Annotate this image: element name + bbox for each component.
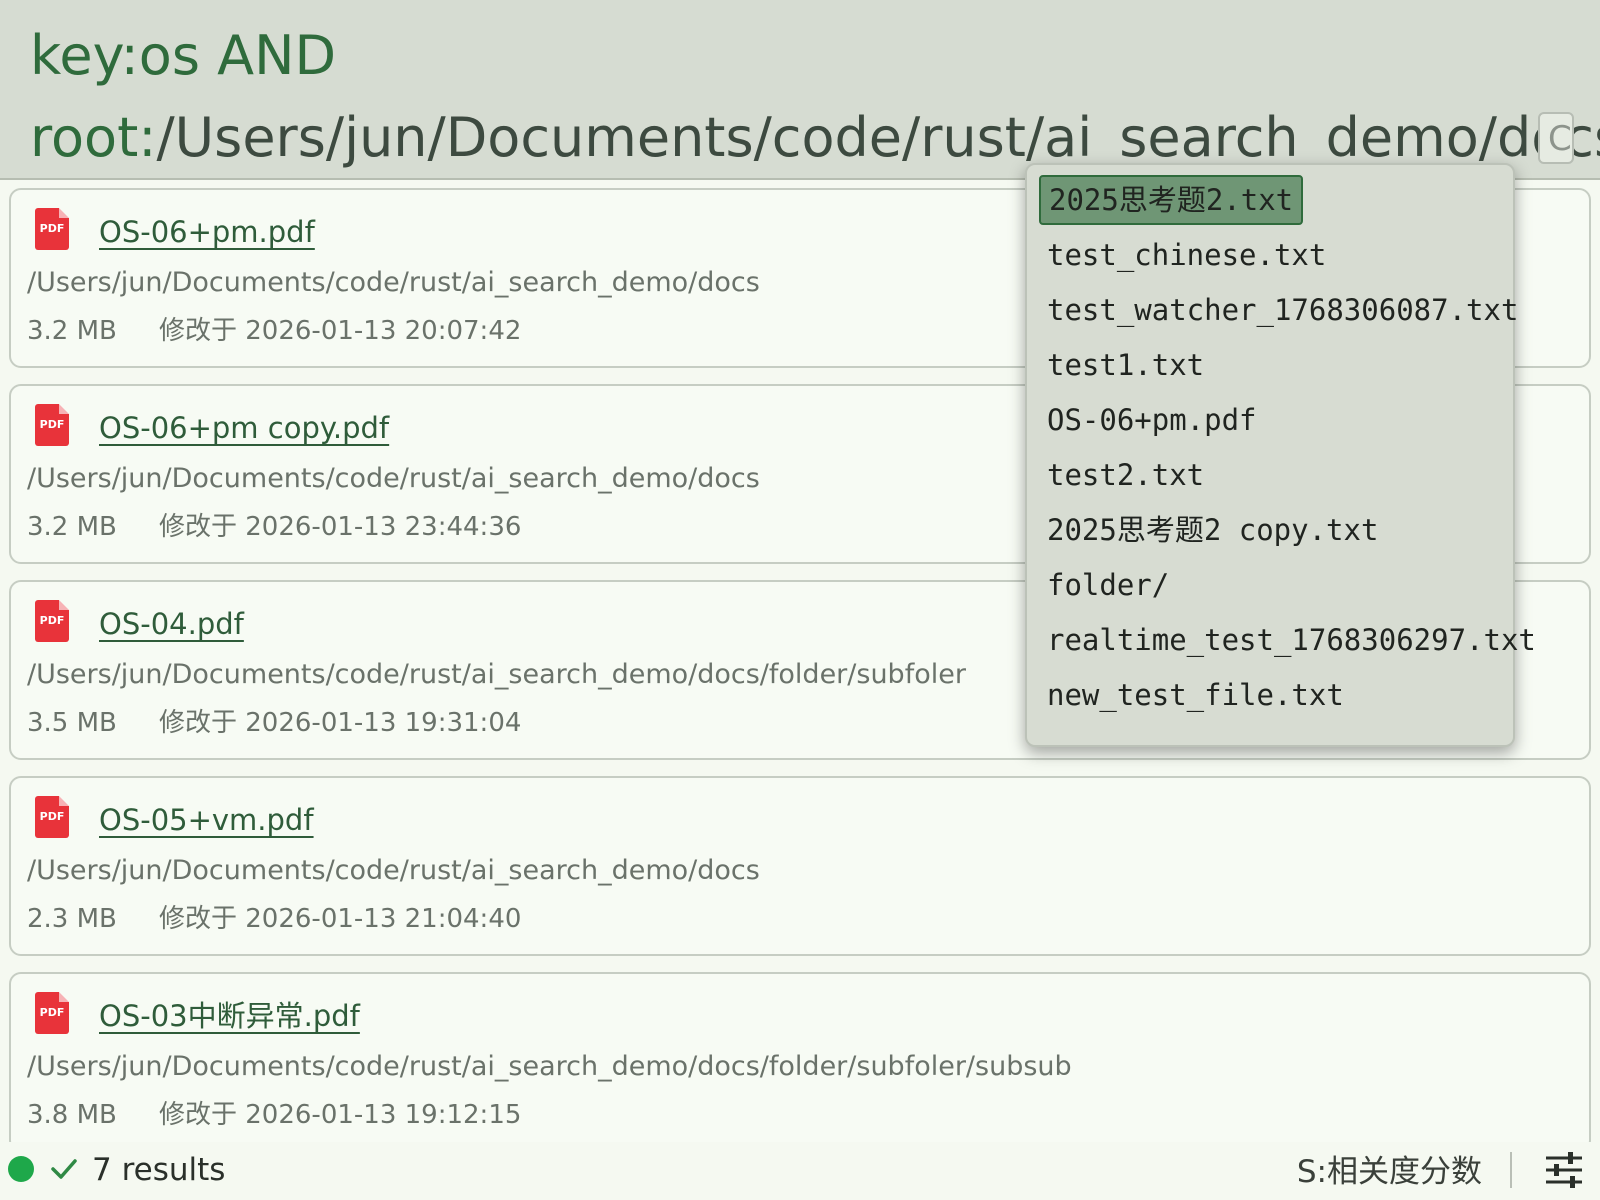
query-hint-text: C: [1548, 119, 1572, 159]
result-file-path: /Users/jun/Documents/code/rust/ai_search…: [27, 855, 760, 886]
autocomplete-item[interactable]: test1.txt: [1039, 340, 1212, 390]
result-modified-time: 修改于 2026-01-13 20:07:42: [159, 316, 522, 346]
autocomplete-item[interactable]: OS-06+pm.pdf: [1039, 395, 1265, 445]
result-file-name[interactable]: OS-04.pdf: [99, 604, 244, 644]
query-root-value: /Users/jun/Documents/code/rust/ai_search…: [156, 106, 1600, 169]
pdf-icon: PDF: [35, 404, 69, 446]
sliders-icon[interactable]: [1544, 1152, 1584, 1188]
result-file-size: 3.2 MB: [27, 316, 117, 346]
query-line-1: key:os AND: [30, 18, 1530, 94]
search-query-input[interactable]: key:os AND root:/Users/jun/Documents/cod…: [30, 18, 1600, 170]
result-modified-time: 修改于 2026-01-13 19:31:04: [159, 708, 522, 738]
result-file-name[interactable]: OS-05+vm.pdf: [99, 800, 314, 840]
result-file-path: /Users/jun/Documents/code/rust/ai_search…: [27, 659, 966, 690]
result-modified-time: 修改于 2026-01-13 23:44:36: [159, 512, 522, 542]
autocomplete-item[interactable]: 2025思考题2.txt: [1039, 175, 1304, 225]
status-bar: 7 results S:相关度分数: [0, 1142, 1600, 1200]
autocomplete-item[interactable]: new_test_file.txt: [1039, 670, 1352, 720]
query-line-2: root:/Users/jun/Documents/code/rust/ai_s…: [30, 94, 1600, 170]
query-root-key: root:: [30, 106, 157, 169]
autocomplete-item[interactable]: 2025思考题2 copy.txt: [1039, 505, 1386, 555]
autocomplete-dropdown: 2025思考题2.txt test_chinese.txt test_watch…: [1025, 163, 1536, 747]
check-icon: [51, 1159, 77, 1179]
autocomplete-item[interactable]: test_watcher_1768306087.txt: [1039, 285, 1526, 335]
autocomplete-item[interactable]: test2.txt: [1039, 450, 1212, 500]
result-file-name[interactable]: OS-06+pm copy.pdf: [99, 408, 389, 448]
autocomplete-item[interactable]: folder/: [1039, 560, 1177, 610]
search-bar: key:os AND root:/Users/jun/Documents/cod…: [0, 0, 1600, 180]
result-file-path: /Users/jun/Documents/code/rust/ai_search…: [27, 463, 760, 494]
result-file-size: 2.3 MB: [27, 904, 117, 934]
result-card[interactable]: PDF OS-05+vm.pdf /Users/jun/Documents/co…: [9, 776, 1591, 956]
result-file-size: 3.8 MB: [27, 1100, 117, 1130]
result-file-name[interactable]: OS-06+pm.pdf: [99, 212, 315, 252]
pdf-icon: PDF: [35, 796, 69, 838]
autocomplete-item[interactable]: realtime_test_1768306297.txt: [1039, 615, 1544, 665]
pdf-icon: PDF: [35, 992, 69, 1034]
result-file-path: /Users/jun/Documents/code/rust/ai_search…: [27, 267, 760, 298]
result-file-size: 3.5 MB: [27, 708, 117, 738]
query-hint-box: C: [1538, 112, 1574, 164]
sort-mode-button[interactable]: S:相关度分数: [1297, 1150, 1482, 1194]
query-keyword: key:os AND: [30, 24, 337, 87]
result-file-name[interactable]: OS-03中断异常.pdf: [99, 996, 360, 1036]
result-modified-time: 修改于 2026-01-13 19:12:15: [159, 1100, 522, 1130]
result-file-size: 3.2 MB: [27, 512, 117, 542]
pdf-icon: PDF: [35, 600, 69, 642]
result-file-path: /Users/jun/Documents/code/rust/ai_search…: [27, 1051, 1072, 1082]
results-count: 7 results: [92, 1152, 226, 1188]
pdf-icon: PDF: [35, 208, 69, 250]
autocomplete-item[interactable]: test_chinese.txt: [1039, 230, 1334, 280]
result-modified-time: 修改于 2026-01-13 21:04:40: [159, 904, 522, 934]
status-divider: [1510, 1152, 1512, 1188]
result-card[interactable]: PDF OS-03中断异常.pdf /Users/jun/Documents/c…: [9, 972, 1591, 1142]
status-indicator-dot: [8, 1156, 34, 1182]
